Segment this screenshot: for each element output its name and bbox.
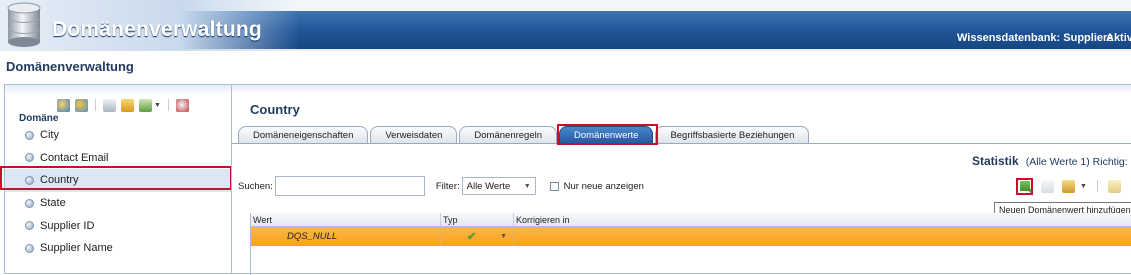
correct-check-icon: ✔ — [467, 231, 477, 243]
tab-divider — [232, 143, 1131, 144]
domain-item-label: Supplier Name — [40, 242, 113, 255]
create-domain-icon[interactable] — [57, 98, 70, 112]
domain-item-label: City — [40, 129, 59, 142]
domain-icon — [25, 221, 34, 231]
domain-list: City Contact Email Country State Supplie… — [5, 124, 231, 260]
domain-item-state[interactable]: State — [5, 192, 231, 215]
only-new-label: Nur neue anzeigen — [563, 180, 644, 192]
domain-item-label: State — [40, 197, 66, 210]
domain-toolbar: ▼ — [57, 97, 189, 113]
status-label: Aktiv — [1106, 32, 1131, 44]
tab-domain-rules[interactable]: Domänenregeln — [459, 126, 558, 143]
domain-title: Country — [250, 102, 300, 117]
tab-reference-data[interactable]: Verweisdaten — [370, 126, 458, 143]
page-title: Domänenverwaltung — [6, 59, 134, 74]
statistics: Statistik (Alle Werte 1) Richtig: — [972, 154, 1128, 168]
tab-domain-values[interactable]: Domänenwerte — [559, 126, 654, 143]
domain-icon — [25, 175, 34, 185]
cell-type[interactable]: ✔ ▼ — [441, 227, 514, 246]
domain-item-label: Contact Email — [40, 151, 109, 164]
domain-item-contact-email[interactable]: Contact Email — [5, 147, 231, 170]
column-header-type[interactable]: Typ — [441, 213, 514, 227]
import-domain-icon[interactable] — [121, 98, 134, 112]
domain-icon — [25, 130, 34, 140]
domain-column-label: Domäne — [19, 113, 59, 124]
filter-dropdown[interactable]: Alle Werte ▼ — [461, 177, 536, 195]
statistics-values: (Alle Werte 1) Richtig: — [1025, 156, 1128, 168]
only-new-checkbox[interactable] — [549, 181, 559, 191]
database-logo-icon — [7, 2, 41, 47]
cell-value[interactable]: DQS_NULL — [251, 227, 441, 246]
filter-label: Filter: — [435, 180, 460, 192]
chevron-down-icon[interactable]: ▼ — [1080, 183, 1087, 190]
import-values-icon[interactable] — [1062, 179, 1075, 193]
title-banner: Domänenverwaltung Wissensdatenbank: Supp… — [0, 0, 1131, 51]
cell-correct-to[interactable] — [514, 227, 1131, 246]
tab-term-relations[interactable]: Begriffsbasierte Beziehungen — [655, 126, 810, 143]
tab-domain-properties[interactable]: Domäneneigenschaften — [238, 126, 369, 143]
table-row[interactable]: DQS_NULL ✔ ▼ — [251, 227, 1131, 246]
column-header-correct-to[interactable]: Korrigieren in — [514, 213, 1131, 227]
domain-icon — [25, 153, 34, 163]
app-title: Domänenverwaltung — [52, 18, 262, 41]
filter-icon[interactable] — [1107, 179, 1121, 193]
toolbar-separator — [167, 99, 169, 111]
add-domain-value-button[interactable] — [1016, 177, 1034, 196]
statistics-title: Statistik — [972, 154, 1019, 168]
search-filter-row: Suchen: Filter: Alle Werte ▼ Nur neue an… — [238, 176, 644, 196]
domain-item-supplier-id[interactable]: Supplier ID — [5, 214, 231, 237]
domain-details-panel: Country Domäneneigenschaften Verweisdate… — [231, 84, 1131, 275]
chevron-down-icon[interactable]: ▼ — [154, 102, 161, 109]
chevron-down-icon: ▼ — [523, 182, 531, 190]
domain-panel: ▼ Domäne City Contact Email Country Stat… — [4, 84, 232, 274]
delete-value-icon[interactable] — [1041, 179, 1054, 193]
values-toolbar: ▼ — [1016, 177, 1121, 196]
domain-item-supplier-name[interactable]: Supplier Name — [5, 237, 231, 260]
domain-item-country[interactable]: Country — [5, 169, 231, 192]
delete-domain-icon[interactable] — [175, 98, 189, 112]
search-label: Suchen: — [238, 180, 273, 192]
domain-icon — [25, 243, 34, 253]
panel-header-gradient — [232, 85, 1131, 93]
tab-strip: Domäneneigenschaften Verweisdaten Domäne… — [238, 126, 810, 143]
create-composite-domain-icon[interactable] — [75, 98, 88, 112]
chevron-down-icon[interactable]: ▼ — [500, 233, 507, 240]
add-value-icon — [1019, 181, 1034, 196]
export-domain-icon[interactable] — [139, 98, 152, 112]
grid-header: Wert Typ Korrigieren in — [251, 213, 1131, 227]
filter-selected-value: Alle Werte — [466, 180, 511, 192]
domain-item-city[interactable]: City — [5, 124, 231, 147]
domain-item-label: Supplier ID — [40, 219, 95, 232]
search-input[interactable] — [274, 176, 425, 196]
toolbar-separator — [95, 99, 96, 111]
domain-icon — [25, 198, 34, 208]
domain-values-grid: Wert Typ Korrigieren in DQS_NULL ✔ ▼ — [250, 213, 1131, 275]
column-header-value[interactable]: Wert — [251, 213, 441, 227]
domain-item-label: Country — [40, 174, 79, 187]
toolbar-separator — [1096, 180, 1098, 192]
panel-header-gradient — [5, 85, 231, 95]
copy-domain-icon[interactable] — [103, 98, 116, 112]
knowledge-base-label: Wissensdatenbank: Suppliers — [957, 32, 1114, 44]
